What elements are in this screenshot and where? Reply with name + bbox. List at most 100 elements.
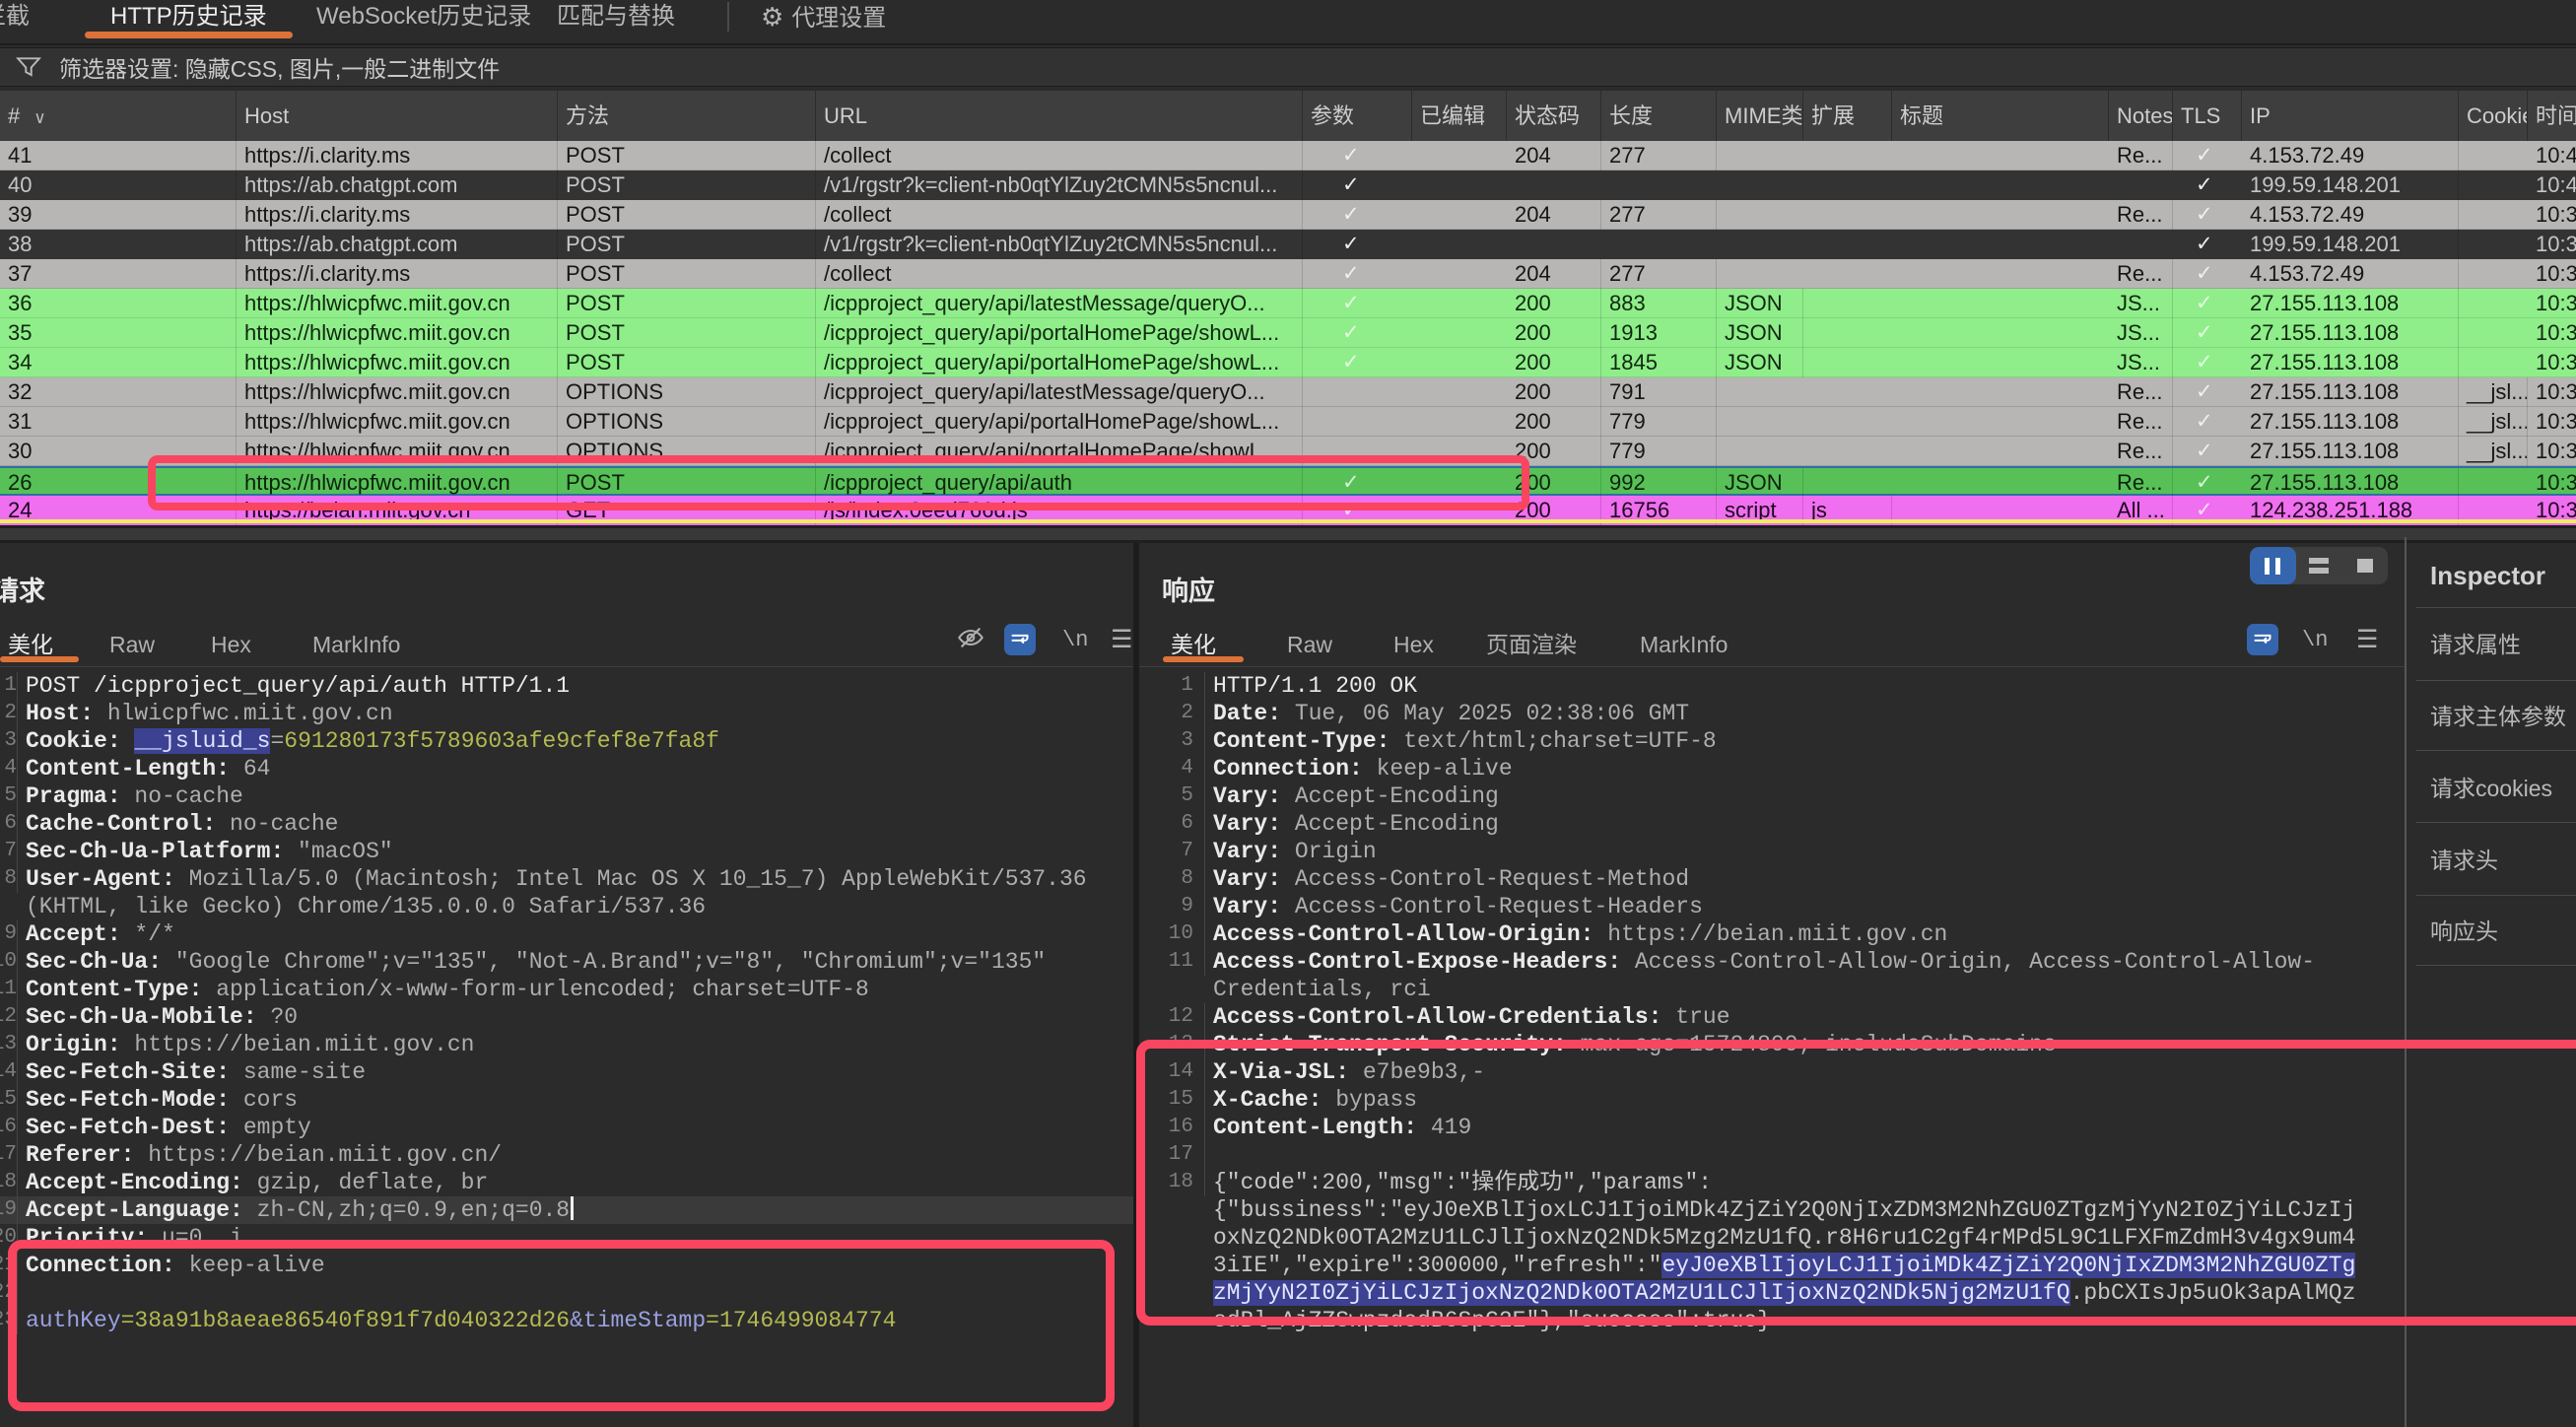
code-line-11: 11Access-Control-Expose-Headers: Access-… (1139, 948, 2405, 1003)
cell-host: https://hlwicpfwc.miit.gov.cn (237, 377, 558, 407)
table-row-32[interactable]: 32https://hlwicpfwc.miit.gov.cnOPTIONS/i… (0, 377, 2576, 407)
tab-WebSocket历史记录[interactable]: WebSocket历史记录 (316, 0, 531, 39)
inspector-divider[interactable] (2405, 537, 2407, 1427)
cell-ip: 27.155.113.108 (2242, 289, 2459, 318)
column-header-url[interactable]: URL (816, 91, 1303, 141)
cell-url: /v1/rgstr?k=client-nb0qtYlZuy2tCMN5s5ncn… (816, 170, 1303, 200)
table-row-39[interactable]: 39https://i.clarity.msPOST/collect204277… (0, 200, 2576, 230)
code-line-20: 20Priority: u=0, i (0, 1224, 1133, 1252)
cell-url: /icpproject_query/api/portalHomePage/sho… (816, 437, 1303, 466)
inspector-item-divider (2416, 750, 2576, 751)
tab-label: 匹配与替换 (557, 3, 675, 30)
column-header-method[interactable]: 方法 (558, 91, 816, 141)
column-header-tls[interactable]: TLS (2173, 91, 2242, 141)
tls-check-icon: ✓ (2196, 468, 2213, 498)
column-header-ext[interactable]: 扩展 (1803, 91, 1892, 141)
table-row-36[interactable]: 36https://hlwicpfwc.miit.gov.cnPOST/icpp… (0, 289, 2576, 318)
request-panel: 请求 1POST /icpproject_query/api/auth HTTP… (0, 543, 1133, 1427)
line-number: 15 (1139, 1086, 1205, 1114)
column-header-time[interactable]: 时间 (2528, 91, 2576, 141)
view-tab-Raw[interactable]: Raw (1287, 627, 1332, 666)
tls-check-icon: ✓ (2196, 407, 2213, 437)
column-header-length[interactable]: 长度 (1601, 91, 1717, 141)
cell-status: 200 (1507, 377, 1601, 407)
cell-time: 10:39 (2528, 200, 2576, 230)
column-header-notes[interactable]: Notes (2109, 91, 2173, 141)
cell-ip: 27.155.113.108 (2242, 377, 2459, 407)
column-header-edited[interactable]: 已编辑 (1412, 91, 1507, 141)
active-view-tab-underline (0, 656, 79, 662)
layout-rows-button[interactable] (2296, 547, 2342, 584)
params-check-icon: ✓ (1342, 318, 1360, 348)
table-row-35[interactable]: 35https://hlwicpfwc.miit.gov.cnPOST/icpp… (0, 318, 2576, 348)
column-header-cookie[interactable]: Cookie (2459, 91, 2528, 141)
cell-length: 883 (1601, 289, 1717, 318)
inspector-item-请求头[interactable]: 请求头 (2430, 842, 2498, 875)
cell-method: OPTIONS (558, 407, 816, 437)
code-line-15: 15X-Cache: bypass (1139, 1086, 2405, 1114)
column-header-status[interactable]: 状态码 (1507, 91, 1601, 141)
inspector-item-请求属性[interactable]: 请求属性 (2430, 626, 2521, 659)
line-number: 22 (0, 1279, 18, 1307)
layout-single-button[interactable] (2341, 547, 2388, 584)
request-response-divider[interactable] (1133, 543, 1139, 1427)
view-tab-MarkInfo[interactable]: MarkInfo (312, 627, 400, 666)
view-tab-Hex[interactable]: Hex (211, 627, 251, 666)
table-row-34[interactable]: 34https://hlwicpfwc.miit.gov.cnPOST/icpp… (0, 348, 2576, 377)
request-body-editor[interactable]: 1POST /icpproject_query/api/auth HTTP/1.… (0, 672, 1133, 1427)
table-row-37[interactable]: 37https://i.clarity.msPOST/collect204277… (0, 259, 2576, 289)
tab-label: 拦截 (0, 3, 30, 30)
column-header-params[interactable]: 参数 (1303, 91, 1412, 141)
params-check-icon: ✓ (1342, 230, 1360, 259)
view-tab-MarkInfo[interactable]: MarkInfo (1640, 627, 1728, 666)
view-tab-Hex[interactable]: Hex (1393, 627, 1434, 666)
inspector-item-请求cookies[interactable]: 请求cookies (2430, 770, 2552, 803)
cell-host: https://hlwicpfwc.miit.gov.cn (237, 348, 558, 377)
newline-icon[interactable]: \n (1062, 624, 1088, 655)
newline-icon[interactable]: \n (2302, 624, 2328, 655)
tls-check-icon: ✓ (2196, 318, 2213, 348)
eye-off-icon[interactable] (957, 624, 984, 655)
line-number: 2 (1139, 700, 1205, 727)
view-tab-Raw[interactable]: Raw (109, 627, 155, 666)
line-text (1205, 1141, 2364, 1169)
cell-notes: JS... (2109, 318, 2173, 348)
table-row-38[interactable]: 38https://ab.chatgpt.comPOST/v1/rgstr?k=… (0, 230, 2576, 259)
column-header-title[interactable]: 标题 (1892, 91, 2109, 141)
table-row-30[interactable]: 30https://hlwicpfwc.miit.gov.cnOPTIONS/i… (0, 437, 2576, 466)
tab-拦截[interactable]: 拦截 (0, 0, 30, 39)
menu-icon[interactable]: ☰ (1111, 624, 1132, 655)
filter-bar[interactable]: 筛选器设置: 隐藏CSS, 图片,一般二进制文件 (0, 47, 2576, 87)
cell-url: /icpproject_query/api/auth (816, 468, 1303, 498)
response-body-editor[interactable]: 1HTTP/1.1 200 OK2Date: Tue, 06 May 2025 … (1139, 672, 2405, 1427)
http-history-table: #∨Host方法URL参数已编辑状态码长度MIME类型扩展标题NotesTLSI… (0, 91, 2576, 525)
table-panel-divider[interactable] (0, 525, 2576, 543)
line-number: 15 (0, 1086, 18, 1114)
response-panel: 响应 1HTTP/1.1 200 OK2Date: Tue, 06 May 20… (1139, 543, 2405, 1427)
table-row-26[interactable]: 26https://hlwicpfwc.miit.gov.cnPOST/icpp… (0, 466, 2576, 496)
column-header-host[interactable]: Host (237, 91, 558, 141)
column-header-id[interactable]: #∨ (0, 91, 237, 141)
wrap-icon[interactable] (2247, 624, 2278, 655)
sort-chevron-icon: ∨ (34, 108, 45, 127)
table-row-31[interactable]: 31https://hlwicpfwc.miit.gov.cnOPTIONS/i… (0, 407, 2576, 437)
view-tab-页面渲染[interactable]: 页面渲染 (1486, 627, 1577, 666)
table-row-41[interactable]: 41https://i.clarity.msPOST/collect204277… (0, 141, 2576, 170)
wrap-icon[interactable] (1004, 624, 1036, 655)
pause-button[interactable] (2250, 547, 2296, 584)
cell-host: https://hlwicpfwc.miit.gov.cn (237, 407, 558, 437)
column-header-ip[interactable]: IP (2242, 91, 2459, 141)
table-row-40[interactable]: 40https://ab.chatgpt.comPOST/v1/rgstr?k=… (0, 170, 2576, 200)
tab-HTTP历史记录[interactable]: HTTP历史记录 (110, 0, 267, 39)
cell-length: 277 (1601, 141, 1717, 170)
response-tabs-separator (1139, 666, 2405, 667)
cell-url: /icpproject_query/api/latestMessage/quer… (816, 289, 1303, 318)
tab-代理设置[interactable]: ⚙代理设置 (761, 0, 886, 39)
tab-匹配与替换[interactable]: 匹配与替换 (557, 0, 675, 39)
column-header-mime[interactable]: MIME类型 (1717, 91, 1803, 141)
inspector-item-请求主体参数[interactable]: 请求主体参数 (2430, 698, 2566, 731)
code-line-9: 9Vary: Access-Control-Request-Headers (1139, 893, 2405, 920)
menu-icon[interactable]: ☰ (2356, 624, 2378, 655)
code-line-4: 4Content-Length: 64 (0, 755, 1133, 782)
inspector-item-响应头[interactable]: 响应头 (2430, 913, 2498, 946)
